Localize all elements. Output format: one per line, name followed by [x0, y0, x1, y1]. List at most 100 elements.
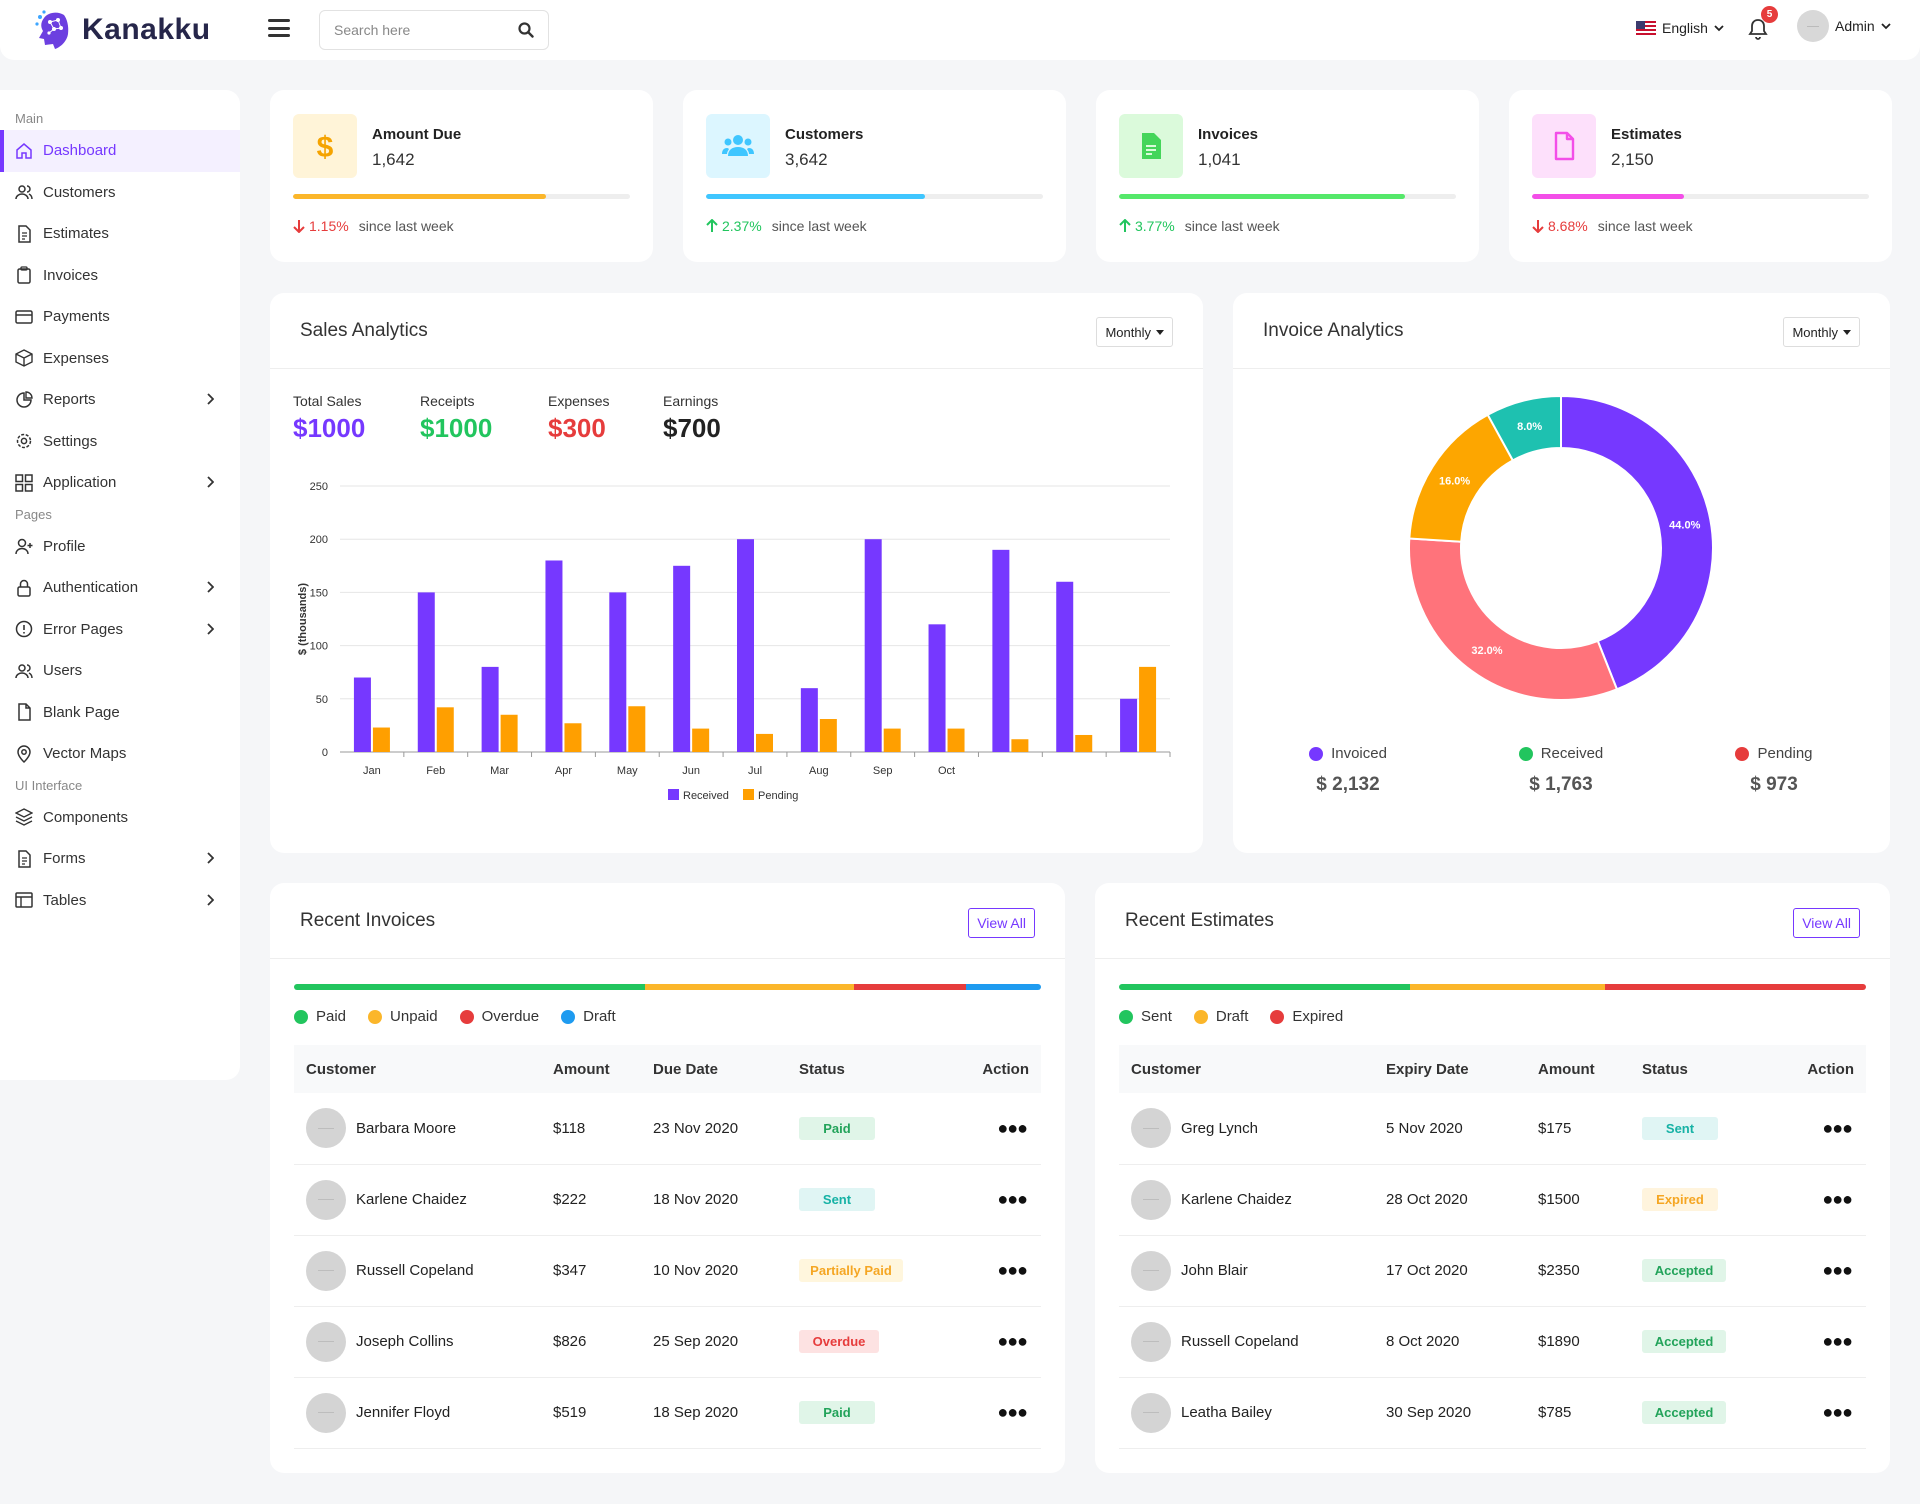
avatar: [306, 1179, 346, 1220]
legend-label: Received: [683, 790, 729, 802]
sidebar-item-settings[interactable]: Settings: [0, 421, 240, 463]
legend-received: Received $ 1,763: [1481, 745, 1641, 796]
table-row: Russell Copeland 8 Oct 2020 $1890 Accepted ●…: [1119, 1306, 1866, 1378]
document-icon: [1554, 131, 1575, 161]
sidebar-item-estimates[interactable]: Estimates: [0, 213, 240, 255]
recent-invoices-card: Recent Invoices View All Paid Unpaid Overd…: [270, 883, 1065, 1473]
customer-name[interactable]: Greg Lynch: [1181, 1120, 1258, 1137]
bar-received: [800, 688, 818, 752]
customer-name[interactable]: Russell Copeland: [356, 1262, 474, 1279]
sidebar-item-components[interactable]: Components: [0, 797, 240, 839]
settings-icon: [16, 434, 32, 449]
date-cell: 23 Nov 2020: [641, 1093, 787, 1165]
customer-name[interactable]: Karlene Chaidez: [1181, 1191, 1292, 1208]
stat-title: Invoices: [1198, 126, 1259, 143]
legend-label: Pending: [758, 790, 798, 802]
language-selector[interactable]: English: [1636, 20, 1724, 36]
sidebar-item-label: Forms: [43, 850, 86, 868]
legend-expired: Expired: [1270, 1008, 1343, 1025]
estimate-status-legend: Sent Draft Expired: [1119, 1008, 1343, 1025]
avatar: [1131, 1250, 1171, 1291]
bar-pending: [372, 727, 390, 752]
user-menu[interactable]: Admin: [1797, 10, 1891, 42]
period-dropdown[interactable]: Monthly: [1783, 317, 1860, 347]
sidebar-item-application[interactable]: Application: [0, 462, 240, 504]
stat-value: 3,642: [785, 150, 828, 169]
stat-progress-bar: [1119, 194, 1456, 199]
caret-down-icon: [1843, 329, 1851, 335]
customer-name[interactable]: Leatha Bailey: [1181, 1404, 1272, 1421]
more-actions-icon[interactable]: ●●●: [997, 1331, 1028, 1351]
top-header: Kanakku English 5 Admin: [0, 0, 1920, 60]
sidebar-item-error-pages[interactable]: Error Pages: [0, 609, 240, 651]
more-actions-icon[interactable]: ●●●: [1822, 1331, 1853, 1351]
action-cell: ●●●: [1775, 1093, 1866, 1165]
sidebar-item-label: Blank Page: [43, 703, 120, 721]
y-tick-label: 100: [310, 641, 328, 653]
arrow-up-icon: [706, 219, 718, 232]
sidebar-item-vector-maps[interactable]: Vector Maps: [0, 733, 240, 775]
legend-swatch: [668, 789, 679, 800]
more-actions-icon[interactable]: ●●●: [1822, 1189, 1853, 1209]
more-actions-icon[interactable]: ●●●: [1822, 1118, 1853, 1138]
sidebar-item-profile[interactable]: Profile: [0, 526, 240, 568]
more-actions-icon[interactable]: ●●●: [997, 1189, 1028, 1209]
customer-name[interactable]: Russell Copeland: [1181, 1333, 1299, 1350]
sidebar-item-expenses[interactable]: Expenses: [0, 338, 240, 380]
customer-name[interactable]: Barbara Moore: [356, 1120, 456, 1137]
sidebar-item-authentication[interactable]: Authentication: [0, 567, 240, 609]
avatar: [1131, 1108, 1171, 1149]
sidebar-item-reports[interactable]: Reports: [0, 379, 240, 421]
kpi-label: Expenses: [548, 393, 610, 409]
stat-progress-bar: [706, 194, 1043, 199]
more-actions-icon[interactable]: ●●●: [997, 1118, 1028, 1138]
stack-segment-overdue: [854, 984, 967, 990]
amount-cell: $118: [541, 1093, 641, 1165]
dropdown-label: Monthly: [1792, 324, 1838, 340]
date-cell: 18 Nov 2020: [641, 1164, 787, 1236]
customer-name[interactable]: Joseph Collins: [356, 1333, 454, 1350]
more-actions-icon[interactable]: ●●●: [997, 1402, 1028, 1422]
more-actions-icon[interactable]: ●●●: [1822, 1402, 1853, 1422]
customer-name[interactable]: Jennifer Floyd: [356, 1404, 450, 1421]
sidebar-item-dashboard[interactable]: Dashboard: [0, 130, 240, 172]
legend-paid: Paid: [294, 1008, 346, 1025]
stat-change: 8.68% since last week: [1532, 218, 1693, 234]
more-actions-icon[interactable]: ●●●: [997, 1260, 1028, 1280]
period-dropdown[interactable]: Monthly: [1096, 317, 1173, 347]
search-icon[interactable]: [518, 22, 534, 38]
sidebar-item-tables[interactable]: Tables: [0, 880, 240, 922]
sidebar-item-customers[interactable]: Customers: [0, 172, 240, 214]
y-tick-label: 200: [310, 534, 328, 546]
legend-label: Pending: [1757, 745, 1813, 762]
amount-cell: $347: [541, 1235, 641, 1307]
table-row: Leatha Bailey 30 Sep 2020 $785 Accepted ●●●: [1119, 1377, 1866, 1449]
more-actions-icon[interactable]: ●●●: [1822, 1260, 1853, 1280]
table-header-row: Customer Amount Due Date Status Action: [294, 1045, 1041, 1093]
sidebar-item-forms[interactable]: Forms: [0, 838, 240, 880]
sidebar-item-label: Expenses: [43, 349, 109, 367]
customer-name[interactable]: Karlene Chaidez: [356, 1191, 467, 1208]
card-header: Recent Invoices View All: [270, 883, 1065, 959]
view-all-button[interactable]: View All: [1793, 908, 1860, 938]
view-all-button[interactable]: View All: [968, 908, 1035, 938]
bar-pending: [1011, 739, 1029, 752]
notification-badge: 5: [1761, 6, 1778, 23]
sidebar-item-users[interactable]: Users: [0, 650, 240, 692]
customer-name[interactable]: John Blair: [1181, 1262, 1248, 1279]
chevron-right-icon: [207, 581, 214, 593]
search-input[interactable]: [334, 22, 518, 38]
table-header-row: Customer Expiry Date Amount Status Action: [1119, 1045, 1866, 1093]
sidebar-item-blank-page[interactable]: Blank Page: [0, 692, 240, 734]
column-header: Due Date: [641, 1045, 787, 1093]
sidebar-item-payments[interactable]: Payments: [0, 296, 240, 338]
brand-logo[interactable]: Kanakku: [34, 9, 211, 51]
slice-label: 16.0%: [1439, 475, 1470, 487]
sidebar-item-invoices[interactable]: Invoices: [0, 255, 240, 297]
legend-dot: [1735, 746, 1750, 761]
menu-toggle-icon[interactable]: [268, 19, 290, 37]
kpi-value: $1000: [293, 413, 366, 443]
kpi-earnings: Earnings $700: [663, 393, 763, 444]
sales-analytics-card: Sales Analytics Monthly Total Sales $100…: [270, 293, 1203, 853]
change-percent: 3.77%: [1135, 218, 1175, 234]
